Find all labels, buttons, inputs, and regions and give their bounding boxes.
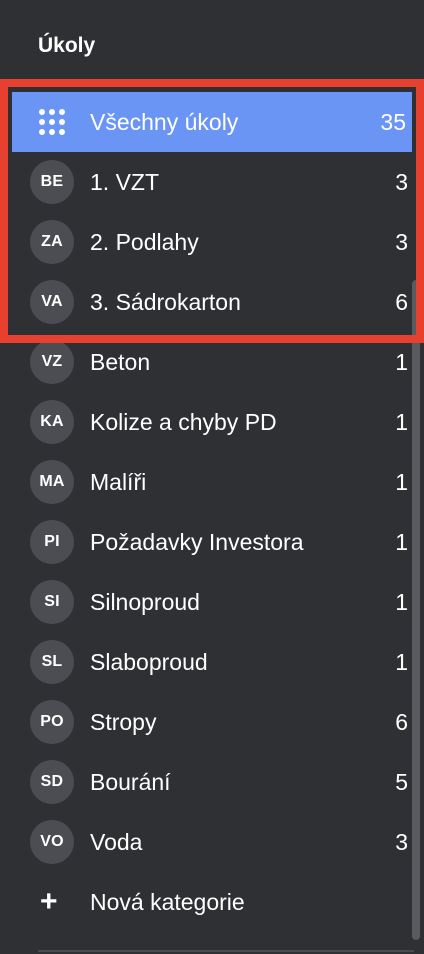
category-item[interactable]: ZA 2. Podlahy 3: [0, 212, 424, 272]
category-item[interactable]: KA Kolize a chyby PD 1: [0, 392, 424, 452]
divider: [38, 950, 414, 952]
category-avatar: BE: [30, 160, 74, 204]
category-count: 3: [395, 229, 408, 255]
category-avatar: VZ: [30, 340, 74, 384]
category-count: 6: [395, 709, 408, 735]
category-item[interactable]: MA Malíři 1: [0, 452, 424, 512]
category-label: Všechny úkoly: [90, 109, 239, 135]
category-list: Všechny úkoly 35 BE 1. VZT 3 ZA 2. Podla…: [0, 92, 424, 932]
category-avatar: SL: [30, 640, 74, 684]
category-count: 1: [395, 409, 408, 435]
category-avatar: KA: [30, 400, 74, 444]
category-label: Kolize a chyby PD: [90, 409, 277, 435]
category-count: 3: [395, 169, 408, 195]
category-avatar: SI: [30, 580, 74, 624]
category-avatar: SD: [30, 760, 74, 804]
category-item-all-tasks[interactable]: Všechny úkoly 35: [12, 92, 412, 152]
category-avatar: MA: [30, 460, 74, 504]
category-avatar: ZA: [30, 220, 74, 264]
plus-icon: +: [40, 885, 58, 918]
category-count: 35: [380, 109, 406, 135]
category-count: 3: [395, 829, 408, 855]
category-avatar: VO: [30, 820, 74, 864]
category-label: Stropy: [90, 709, 157, 735]
category-count: 1: [395, 349, 408, 375]
category-label: Malíři: [90, 469, 147, 495]
category-count: 6: [395, 289, 408, 315]
category-item[interactable]: BE 1. VZT 3: [0, 152, 424, 212]
category-label: 3. Sádrokarton: [90, 289, 241, 315]
new-category-button[interactable]: + Nová kategorie: [0, 872, 424, 932]
category-label: 2. Podlahy: [90, 229, 199, 255]
category-label: Požadavky Investora: [90, 529, 304, 555]
category-label: Voda: [90, 829, 143, 855]
category-count: 1: [395, 589, 408, 615]
category-count: 1: [395, 529, 408, 555]
category-avatar: PO: [30, 700, 74, 744]
category-item[interactable]: VA 3. Sádrokarton 6: [0, 272, 424, 332]
category-count: 5: [395, 769, 408, 795]
category-item[interactable]: PI Požadavky Investora 1: [0, 512, 424, 572]
grid-icon: [30, 100, 74, 144]
category-count: 1: [395, 469, 408, 495]
page-title: Úkoly: [38, 34, 96, 57]
category-label: 1. VZT: [90, 169, 160, 195]
category-item[interactable]: VZ Beton 1: [0, 332, 424, 392]
category-avatar: VA: [30, 280, 74, 324]
category-item[interactable]: SL Slaboproud 1: [0, 632, 424, 692]
new-category-label: Nová kategorie: [90, 889, 245, 915]
category-item[interactable]: SD Bourání 5: [0, 752, 424, 812]
category-label: Bourání: [90, 769, 171, 795]
category-count: 1: [395, 649, 408, 675]
category-item[interactable]: PO Stropy 6: [0, 692, 424, 752]
category-item[interactable]: SI Silnoproud 1: [0, 572, 424, 632]
category-label: Silnoproud: [90, 589, 200, 615]
category-label: Slaboproud: [90, 649, 208, 675]
category-avatar: PI: [30, 520, 74, 564]
category-item[interactable]: VO Voda 3: [0, 812, 424, 872]
category-label: Beton: [90, 349, 151, 375]
tasks-panel: Úkoly Všechny úkoly 35 BE 1. VZT 3 ZA 2.…: [0, 0, 424, 954]
